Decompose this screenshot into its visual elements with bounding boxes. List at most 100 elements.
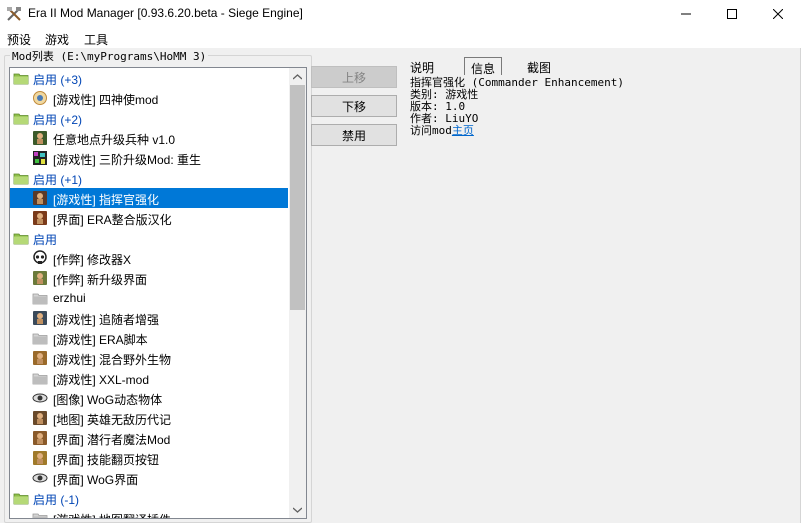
list-item[interactable]: erzhui bbox=[10, 288, 288, 308]
portrait-icon bbox=[33, 211, 47, 225]
list-item-label: [界面] ERA整合版汉化 bbox=[53, 213, 172, 227]
maximize-icon bbox=[727, 9, 737, 19]
folder-icon bbox=[13, 233, 29, 245]
menu-game[interactable]: 游戏 bbox=[45, 31, 69, 48]
disable-button[interactable]: 禁用 bbox=[311, 124, 397, 146]
list-item[interactable]: [界面] 技能翻页按钮 bbox=[10, 448, 288, 468]
folder-icon bbox=[13, 73, 29, 85]
list-item[interactable]: [作弊] 修改器X bbox=[10, 248, 288, 268]
folder-icon bbox=[13, 173, 29, 185]
list-item-label: [游戏性] 三阶升级Mod: 重生 bbox=[53, 153, 202, 167]
list-item[interactable]: [界面] ERA整合版汉化 bbox=[10, 208, 288, 228]
close-icon bbox=[773, 9, 783, 19]
eye-icon bbox=[32, 393, 48, 403]
move-up-button[interactable]: 上移 bbox=[311, 66, 397, 88]
list-item[interactable]: [游戏性] XXL-mod bbox=[10, 368, 288, 388]
list-item-label: erzhui bbox=[53, 291, 86, 305]
list-item-label: [游戏性] 指挥官强化 bbox=[53, 193, 160, 207]
list-item-label: 任意地点升级兵种 v1.0 bbox=[53, 133, 176, 147]
blank-folder-icon bbox=[32, 373, 48, 385]
list-item[interactable]: [游戏性] 指挥官强化 bbox=[10, 188, 288, 208]
blank-folder-icon bbox=[32, 333, 48, 345]
mod-list[interactable]: 启用 (+3) [游戏性] 四神使mod 启用 (+2) 任意地点升级兵种 v1.0 [… bbox=[9, 67, 307, 519]
hero-portrait-icon bbox=[33, 411, 47, 425]
list-item[interactable]: [游戏性] 混合野外生物 bbox=[10, 348, 288, 368]
list-item-label: [游戏性] ERA脚本 bbox=[53, 333, 148, 347]
list-item-label: [界面] 潜行者魔法Mod bbox=[53, 433, 171, 447]
maximize-button[interactable] bbox=[709, 0, 755, 28]
scroll-icon bbox=[33, 451, 47, 465]
skull-icon bbox=[33, 250, 47, 264]
visit-prefix: 访问mod bbox=[410, 124, 452, 137]
list-group-header[interactable]: 启用 (-1) bbox=[10, 488, 288, 508]
tab-info[interactable]: 信息 bbox=[464, 57, 503, 76]
folder-icon bbox=[13, 493, 29, 505]
list-item-label: 启用 (+2) bbox=[33, 113, 83, 127]
homepage-link[interactable]: 主页 bbox=[452, 124, 474, 137]
minimize-button[interactable] bbox=[663, 0, 709, 28]
hooded-figure-icon bbox=[33, 311, 47, 325]
list-item-label: [界面] WoG界面 bbox=[53, 473, 139, 487]
blank-folder-icon bbox=[32, 293, 48, 305]
menu-bar: 预设 游戏 工具 bbox=[0, 28, 801, 48]
list-item[interactable]: [游戏性] 四神使mod bbox=[10, 88, 288, 108]
list-item[interactable]: 任意地点升级兵种 v1.0 bbox=[10, 128, 288, 148]
scroll-thumb[interactable] bbox=[290, 85, 305, 310]
minimize-icon bbox=[681, 13, 691, 15]
move-down-button[interactable]: 下移 bbox=[311, 95, 397, 117]
list-group-header[interactable]: 启用 bbox=[10, 228, 288, 248]
spellbook-icon bbox=[33, 431, 47, 445]
list-item-label: [地图] 英雄无敌历代记 bbox=[53, 413, 172, 427]
menu-presets[interactable]: 预设 bbox=[7, 31, 31, 48]
list-item-label: [游戏性] XXL-mod bbox=[53, 373, 150, 387]
mod-info-panel: 指挥官强化 (Commander Enhancement) 类别: 游戏性 版本… bbox=[410, 77, 624, 137]
folder-icon bbox=[13, 113, 29, 125]
list-item-label: 启用 (+1) bbox=[33, 173, 83, 187]
list-item[interactable]: [界面] 潜行者魔法Mod bbox=[10, 428, 288, 448]
window-title: Era II Mod Manager [0.93.6.20.beta - Sie… bbox=[28, 6, 303, 20]
modlist-label: Mod列表 (E:\myPrograms\HoMM 3) bbox=[10, 48, 209, 64]
tools-icon bbox=[7, 7, 21, 21]
title-bar: Era II Mod Manager [0.93.6.20.beta - Sie… bbox=[0, 0, 801, 28]
list-item-label: [游戏性] 混合野外生物 bbox=[53, 353, 172, 367]
creature-group-icon bbox=[33, 351, 47, 365]
list-item-label: 启用 (+3) bbox=[33, 73, 83, 87]
list-item-label: [游戏性] 地图翻译插件 bbox=[53, 511, 171, 518]
list-group-header[interactable]: 启用 (+2) bbox=[10, 108, 288, 128]
list-item-label: [游戏性] 追随者增强 bbox=[53, 313, 160, 327]
globe-icon bbox=[33, 91, 47, 105]
map-icon bbox=[33, 271, 47, 285]
vertical-scrollbar[interactable] bbox=[289, 68, 306, 518]
list-item-label: [图像] WoG动态物体 bbox=[53, 393, 163, 407]
tab-description[interactable]: 说明 bbox=[404, 57, 440, 75]
chevron-down-icon bbox=[293, 507, 302, 513]
creature-icon bbox=[33, 131, 47, 145]
scroll-down-arrow[interactable] bbox=[289, 501, 306, 518]
list-item[interactable]: [游戏性] 追随者增强 bbox=[10, 308, 288, 328]
list-item-label: 启用 (-1) bbox=[33, 493, 79, 507]
list-item-label: [作弊] 新升级界面 bbox=[53, 273, 148, 287]
list-item[interactable]: [图像] WoG动态物体 bbox=[10, 388, 288, 408]
pixel-icon bbox=[33, 151, 47, 165]
close-button[interactable] bbox=[755, 0, 801, 28]
scroll-up-arrow[interactable] bbox=[289, 68, 306, 85]
list-item-label: [作弊] 修改器X bbox=[53, 253, 132, 267]
tab-screenshot[interactable]: 截图 bbox=[521, 57, 557, 75]
list-item[interactable]: [界面] WoG界面 bbox=[10, 468, 288, 488]
list-item[interactable]: [游戏性] ERA脚本 bbox=[10, 328, 288, 348]
list-item[interactable]: [游戏性] 三阶升级Mod: 重生 bbox=[10, 148, 288, 168]
blank-folder-icon bbox=[32, 513, 48, 518]
eye-icon bbox=[32, 473, 48, 483]
list-item[interactable]: [地图] 英雄无敌历代记 bbox=[10, 408, 288, 428]
list-group-header[interactable]: 启用 (+3) bbox=[10, 68, 288, 88]
menu-tools[interactable]: 工具 bbox=[84, 31, 108, 48]
chevron-up-icon bbox=[293, 73, 302, 79]
list-group-header[interactable]: 启用 (+1) bbox=[10, 168, 288, 188]
mod-visit-line: 访问mod主页 bbox=[410, 125, 624, 137]
list-item-label: 启用 bbox=[33, 233, 58, 247]
list-item-label: [界面] 技能翻页按钮 bbox=[53, 453, 160, 467]
commander-icon bbox=[33, 191, 47, 205]
list-item[interactable]: [游戏性] 地图翻译插件 bbox=[10, 508, 288, 518]
list-item-label: [游戏性] 四神使mod bbox=[53, 93, 159, 107]
list-item[interactable]: [作弊] 新升级界面 bbox=[10, 268, 288, 288]
